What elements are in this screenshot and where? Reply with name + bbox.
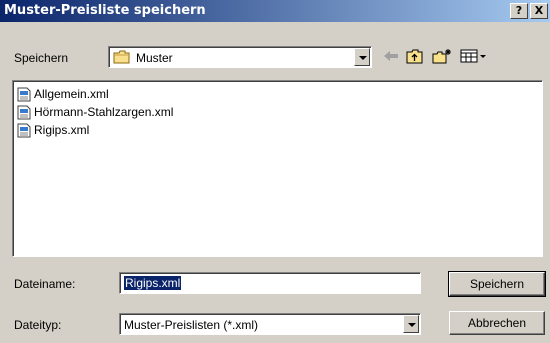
list-item[interactable]: Rigips.xml xyxy=(17,122,89,138)
help-button[interactable]: ? xyxy=(510,3,528,19)
save-in-combobox[interactable]: Muster xyxy=(108,46,372,68)
view-menu-button[interactable] xyxy=(458,47,490,67)
file-name: Hörmann-Stahlzargen.xml xyxy=(34,105,174,119)
back-button[interactable] xyxy=(380,47,402,67)
save-in-dropdown-arrow[interactable] xyxy=(354,48,370,66)
file-list[interactable]: Allgemein.xml Hörmann-Stahlzargen.xml Ri… xyxy=(12,80,543,257)
up-folder-icon xyxy=(406,48,424,67)
new-folder-icon xyxy=(432,48,452,67)
xml-file-icon xyxy=(17,105,31,120)
folder-icon xyxy=(113,50,131,67)
filetype-value: Muster-Preislisten (*.xml) xyxy=(124,318,259,332)
file-name: Rigips.xml xyxy=(34,123,90,137)
filename-label: Dateiname: xyxy=(14,277,76,291)
xml-file-icon xyxy=(17,87,31,102)
filename-input[interactable]: Rigips.xml xyxy=(119,272,421,294)
list-item[interactable]: Hörmann-Stahlzargen.xml xyxy=(17,104,173,120)
window-title: Muster-Preisliste speichern xyxy=(4,3,206,18)
save-button[interactable]: Speichern xyxy=(448,271,546,297)
filetype-combobox[interactable]: Muster-Preislisten (*.xml) xyxy=(119,313,421,335)
save-in-value: Muster xyxy=(136,51,173,65)
list-item[interactable]: Allgemein.xml xyxy=(17,86,109,102)
close-button[interactable]: X xyxy=(530,3,548,19)
file-name: Allgemein.xml xyxy=(34,87,109,101)
up-folder-button[interactable] xyxy=(404,47,426,67)
filename-value: Rigips.xml xyxy=(124,276,182,290)
back-arrow-icon xyxy=(383,50,399,65)
title-bar: Muster-Preisliste speichern ? X xyxy=(0,0,550,22)
filetype-label: Dateityp: xyxy=(14,318,62,332)
new-folder-button[interactable] xyxy=(430,47,454,67)
save-in-label: Speichern xyxy=(14,51,69,65)
filetype-dropdown-arrow[interactable] xyxy=(403,315,419,333)
xml-file-icon xyxy=(17,123,31,138)
view-menu-icon xyxy=(460,49,488,66)
cancel-button[interactable]: Abbrechen xyxy=(449,311,545,335)
